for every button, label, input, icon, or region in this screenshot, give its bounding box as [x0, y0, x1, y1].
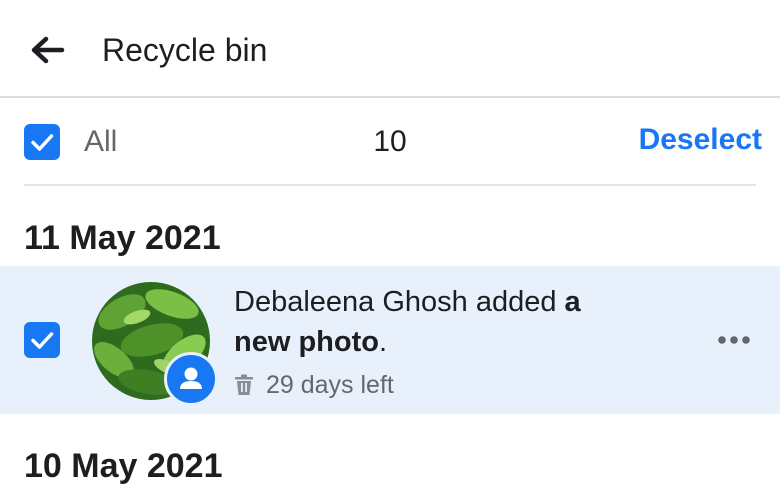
- item-text-bold-a: a: [564, 286, 581, 318]
- date-header: 10 May 2021: [24, 447, 223, 485]
- date-header: 11 May 2021: [24, 219, 221, 257]
- more-options-button[interactable]: [714, 322, 754, 358]
- selection-bar: All 10 Deselect: [0, 98, 780, 186]
- page-title: Recycle bin: [102, 32, 268, 68]
- profile-badge: [164, 352, 218, 406]
- item-text-end: .: [378, 326, 388, 358]
- selected-count: 10: [373, 125, 407, 158]
- trash-icon: [235, 374, 253, 395]
- checkbox-checked-icon: [31, 332, 54, 349]
- days-left-label: 29 days left: [266, 371, 394, 399]
- more-options-icon: [718, 336, 750, 344]
- list-item[interactable]: Debaleena Ghosh added a new photo. 29 da…: [0, 266, 780, 414]
- divider: [24, 184, 756, 186]
- profile-badge-icon: [180, 367, 202, 389]
- item-text-plain: Debaleena Ghosh added: [234, 286, 565, 318]
- back-button[interactable]: [28, 30, 68, 70]
- item-checkbox[interactable]: [24, 322, 60, 358]
- select-all-label[interactable]: All: [84, 122, 117, 162]
- deselect-button[interactable]: Deselect: [639, 120, 762, 160]
- item-text-bold-photo: new photo: [234, 326, 379, 358]
- back-arrow-icon: [31, 36, 65, 64]
- item-description: Debaleena Ghosh added a new photo.: [234, 282, 634, 362]
- checkbox-checked-icon: [31, 134, 54, 151]
- app-header: Recycle bin: [0, 0, 780, 98]
- select-all-checkbox[interactable]: [24, 124, 60, 160]
